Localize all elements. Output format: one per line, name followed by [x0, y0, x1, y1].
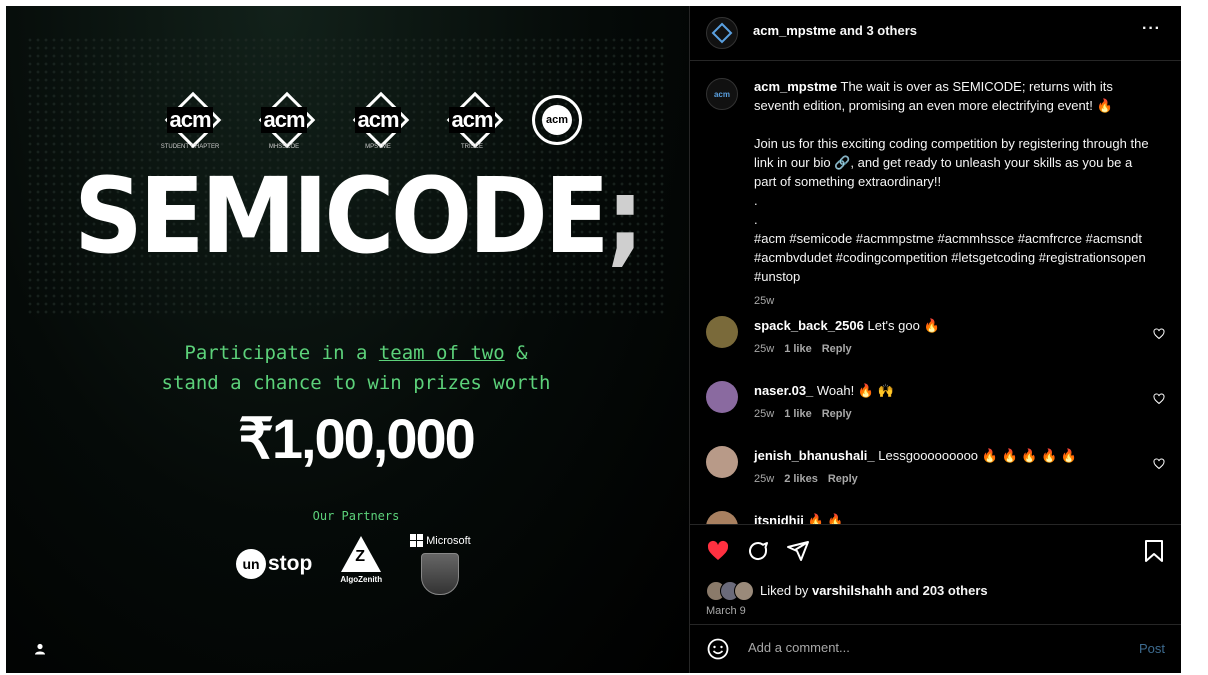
microsoft-logo: Microsoft — [410, 534, 471, 595]
comment-item: itsnidhii 🔥 🔥 — [690, 501, 1181, 524]
comment-likes[interactable]: 2 likes — [784, 473, 818, 485]
save-bookmark-icon[interactable] — [1143, 539, 1165, 563]
prize-amount: ₹1,00,000 — [238, 407, 476, 470]
comment-item: naser.03_ Woah! 🔥 🙌 25w 1 like Reply — [690, 371, 1181, 431]
action-bar: Liked by varshilshahh and 203 others Mar… — [690, 524, 1181, 625]
share-icon[interactable] — [786, 539, 810, 563]
caption-avatar[interactable]: acm — [706, 78, 738, 110]
acm-logo-sndt: acm STUDENT CHAPTER — [156, 91, 224, 150]
event-title: SEMICODE; — [74, 155, 644, 277]
emoji-picker-icon[interactable] — [706, 637, 730, 661]
more-options-icon[interactable]: ··· — [1142, 20, 1161, 38]
caption-paragraph: Join us for this exciting coding competi… — [754, 136, 1149, 189]
comments-list: spack_back_2506 Let's goo 🔥 25w 1 like Rep… — [690, 306, 1181, 524]
post-header: acm_mpstme and 3 others ··· — [690, 6, 1181, 61]
reply-button[interactable]: Reply — [828, 473, 858, 485]
caption-hashtags: #acm #semicode #acmmpstme #acmmhssce #ac… — [754, 231, 1146, 284]
algozenith-logo: Z AlgoZenith — [340, 536, 382, 584]
acm-logo-mhssce: acm MHSSCOE — [250, 91, 318, 150]
comment-likes[interactable]: 1 like — [784, 343, 812, 355]
post-sidebar: acm_mpstme and 3 others ··· acm acm_mpst… — [689, 6, 1181, 673]
comment-input[interactable] — [746, 639, 1110, 656]
acm-logo-mpstme: acm MPSTME — [344, 91, 412, 150]
comment-likes[interactable]: 1 like — [784, 408, 812, 420]
like-comment-icon[interactable] — [1153, 328, 1165, 340]
reply-button[interactable]: Reply — [822, 343, 852, 355]
comment-item: spack_back_2506 Let's goo 🔥 25w 1 like Rep… — [690, 306, 1181, 366]
acm-logo-trisce: acm TRISCE — [438, 91, 506, 150]
post-comment-button[interactable]: Post — [1139, 641, 1165, 656]
reply-button[interactable]: Reply — [822, 408, 852, 420]
acm-avatar-icon — [711, 22, 733, 44]
likes-summary[interactable]: Liked by varshilshahh and 203 others — [760, 583, 988, 598]
partners-label: Our Partners — [312, 509, 400, 523]
like-comment-icon[interactable] — [1153, 393, 1165, 405]
avatar[interactable] — [706, 381, 738, 413]
avatar[interactable] — [706, 17, 738, 49]
acm-logo-circle: acm — [532, 95, 582, 145]
avatar[interactable] — [706, 316, 738, 348]
avatar[interactable] — [706, 446, 738, 478]
liked-by-avatars — [706, 581, 754, 601]
microsoft-badge-icon — [421, 553, 460, 595]
add-comment-bar: Post — [690, 624, 1181, 674]
partner-logos: un stop Z AlgoZenith Microsoft — [236, 534, 471, 595]
comment-icon[interactable] — [746, 539, 770, 563]
post-caption: acm_mpstme The wait is over as SEMICODE;… — [754, 77, 1149, 311]
post-date: March 9 — [706, 605, 746, 617]
caption-username: acm_mpstme — [754, 79, 838, 94]
like-comment-icon[interactable] — [1153, 458, 1165, 470]
unstop-logo: un stop — [236, 549, 312, 579]
avatar[interactable] — [706, 511, 738, 524]
header-title[interactable]: acm_mpstme and 3 others — [753, 23, 917, 38]
comment-item: jenish_bhanushali_ Lessgooooooooo 🔥 🔥 🔥 … — [690, 436, 1181, 496]
acm-logos: acm STUDENT CHAPTER acm MHSSCOE acm MPSTME … — [156, 91, 582, 150]
like-heart-icon[interactable] — [706, 539, 730, 563]
post-image[interactable]: acm STUDENT CHAPTER acm MHSSCOE acm MPSTME … — [6, 6, 689, 673]
tagged-user-icon[interactable] — [34, 643, 46, 655]
tagline-line2: stand a chance to win prizes worth — [161, 372, 551, 394]
avatar — [734, 581, 754, 601]
tagline-line1: Participate in a team of two & — [184, 342, 528, 364]
